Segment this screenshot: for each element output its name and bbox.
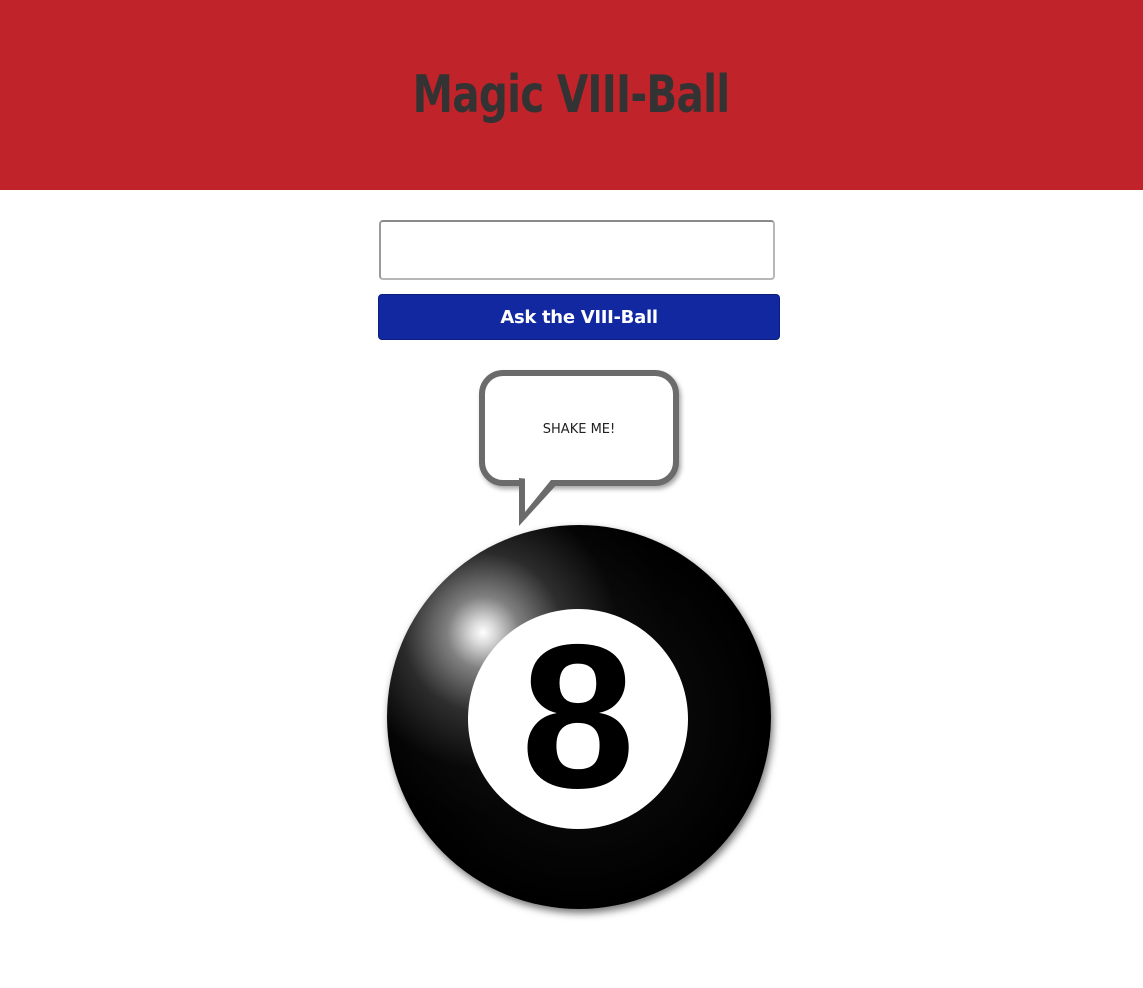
ask-button[interactable]: Ask the VIII-Ball (378, 294, 780, 340)
bubble-message: SHAKE ME! (542, 421, 616, 437)
speech-bubble: SHAKE ME! (479, 370, 679, 486)
question-input[interactable] (379, 220, 775, 280)
ball-number-window: 8 (468, 609, 688, 829)
page-title: Magic VIII-Ball (413, 65, 731, 125)
ball-number: 8 (520, 601, 635, 831)
speech-bubble-tail (519, 478, 559, 526)
page-header: Magic VIII-Ball (0, 0, 1143, 190)
